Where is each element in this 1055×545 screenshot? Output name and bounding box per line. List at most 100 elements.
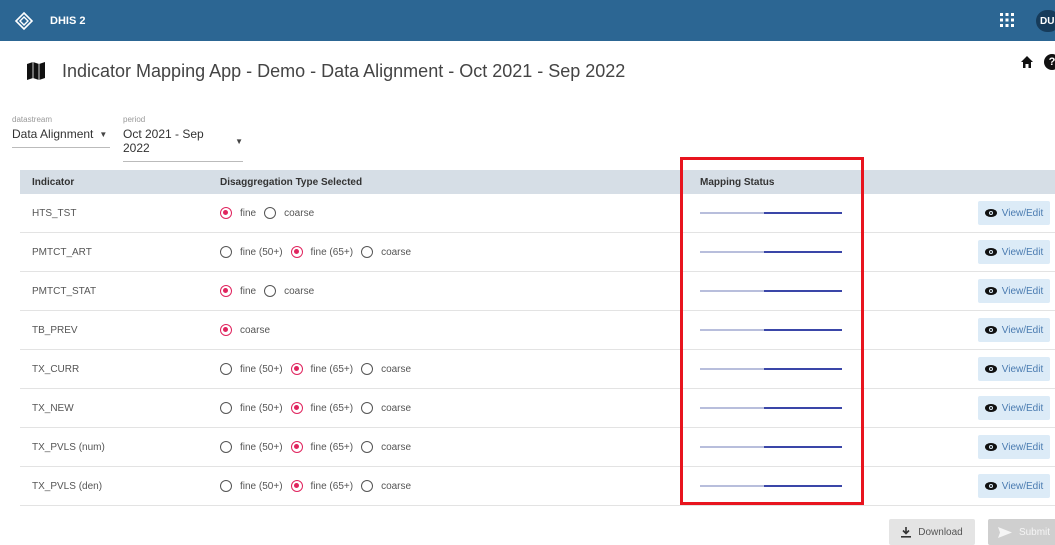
table-row: TX_PVLS (den) fine (50+) fine (65+) coarse V… [20, 467, 1055, 506]
disagg-radio[interactable]: coarse [361, 363, 411, 375]
view-edit-label: View/Edit [1001, 324, 1044, 336]
view-edit-button[interactable]: View/Edit [978, 396, 1050, 420]
mapping-status-progress [700, 485, 842, 487]
datastream-value[interactable]: Data Alignment [12, 127, 93, 141]
radio-unchecked-icon[interactable] [361, 480, 374, 492]
chevron-down-icon[interactable]: ▼ [99, 130, 107, 139]
user-avatar[interactable]: DU [1036, 10, 1055, 32]
home-icon[interactable] [1020, 55, 1034, 69]
period-value[interactable]: Oct 2021 - Sep 2022 [123, 127, 229, 155]
disagg-radio[interactable]: fine (50+) [220, 480, 283, 492]
radio-label: coarse [240, 324, 271, 336]
brand-name[interactable]: DHIS 2 [50, 15, 85, 27]
mapping-status-fill [763, 329, 842, 331]
table-body: HTS_TST fine coarse View/Edit PMTCT_ART fine … [20, 194, 1055, 506]
indicator-name: TX_CURR [32, 363, 80, 375]
radio-checked-icon[interactable] [290, 402, 303, 414]
radio-label: coarse [381, 441, 412, 453]
disagg-radio[interactable]: fine [220, 285, 256, 297]
download-button[interactable]: Download [889, 519, 975, 545]
page-title: Indicator Mapping App - Demo - Data Alig… [62, 60, 626, 81]
disagg-radio[interactable]: coarse [264, 285, 314, 297]
disagg-radio[interactable]: fine (65+) [290, 441, 353, 453]
radio-unchecked-icon[interactable] [264, 207, 277, 219]
radio-label: fine (65+) [310, 363, 354, 375]
mapping-status-fill [763, 407, 842, 409]
disagg-radio[interactable]: fine (65+) [290, 402, 354, 414]
view-edit-button[interactable]: View/Edit [978, 474, 1050, 498]
view-edit-button[interactable]: View/Edit [978, 357, 1050, 381]
radio-unchecked-icon[interactable] [220, 402, 232, 414]
indicator-name: TB_PREV [32, 324, 78, 336]
radio-label: fine (50+) [240, 480, 283, 492]
radio-checked-icon[interactable] [290, 480, 303, 492]
view-edit-button[interactable]: View/Edit [978, 318, 1050, 342]
header-bar: DHIS 2 DU [0, 0, 1055, 41]
disagg-radio[interactable]: fine (50+) [220, 363, 283, 375]
eye-icon [984, 365, 997, 373]
disagg-radio[interactable]: fine [220, 207, 256, 219]
radio-label: fine (65+) [310, 480, 354, 492]
disagg-radio[interactable]: fine (65+) [290, 246, 353, 258]
radio-checked-icon[interactable] [290, 246, 303, 258]
radio-label: coarse [381, 402, 412, 414]
header-disagg: Disaggregation Type Selected [220, 176, 363, 188]
page-title-row: Indicator Mapping App - Demo - Data Alig… [26, 58, 625, 84]
header-status: Mapping Status [700, 176, 775, 188]
disagg-radio-group: fine coarse [220, 285, 322, 297]
radio-label: fine (65+) [310, 402, 354, 414]
radio-checked-icon[interactable] [220, 207, 232, 219]
radio-checked-icon[interactable] [290, 441, 303, 453]
radio-unchecked-icon[interactable] [220, 363, 232, 375]
radio-unchecked-icon[interactable] [361, 246, 374, 258]
radio-unchecked-icon[interactable] [264, 285, 277, 297]
disagg-radio-group: fine (50+) fine (65+) coarse [220, 480, 419, 492]
radio-unchecked-icon[interactable] [361, 441, 374, 453]
disagg-radio[interactable]: fine (65+) [290, 363, 354, 375]
radio-checked-icon[interactable] [220, 324, 232, 336]
radio-unchecked-icon[interactable] [361, 402, 374, 414]
datastream-select[interactable]: datastream Data Alignment ▼ [12, 115, 110, 148]
view-edit-button[interactable]: View/Edit [978, 435, 1050, 459]
disagg-radio[interactable]: coarse [361, 402, 411, 414]
radio-checked-icon[interactable] [290, 363, 303, 375]
mapping-status-cell [700, 329, 842, 331]
view-edit-button[interactable]: View/Edit [978, 240, 1050, 264]
radio-unchecked-icon[interactable] [220, 480, 232, 492]
disagg-radio-group: fine (50+) fine (65+) coarse [220, 363, 419, 375]
mapping-status-fill [763, 485, 842, 487]
mapping-status-fill [763, 290, 842, 292]
disagg-radio[interactable]: fine (50+) [220, 402, 283, 414]
disagg-radio[interactable]: coarse [220, 324, 270, 336]
disagg-radio-group: fine (50+) fine (65+) coarse [220, 402, 419, 414]
table-row: TX_PVLS (num) fine (50+) fine (65+) coarse V… [20, 428, 1055, 467]
period-select[interactable]: period Oct 2021 - Sep 2022 ▼ [123, 115, 243, 162]
radio-label: coarse [284, 207, 315, 219]
radio-unchecked-icon[interactable] [220, 246, 232, 258]
submit-button[interactable]: Submit [988, 519, 1055, 545]
chevron-down-icon[interactable]: ▼ [235, 137, 243, 146]
view-edit-button[interactable]: View/Edit [978, 201, 1050, 225]
radio-checked-icon[interactable] [220, 285, 232, 297]
eye-icon [984, 443, 997, 451]
disagg-radio[interactable]: coarse [361, 480, 411, 492]
radio-label: fine (50+) [240, 441, 283, 453]
mapping-status-fill [763, 251, 842, 253]
indicator-name: TX_NEW [32, 402, 74, 414]
mapping-status-progress [700, 290, 842, 292]
radio-unchecked-icon[interactable] [361, 363, 374, 375]
apps-grid-icon[interactable] [999, 12, 1015, 28]
disagg-radio[interactable]: coarse [361, 441, 411, 453]
disagg-radio[interactable]: fine (50+) [220, 246, 283, 258]
disagg-radio[interactable]: fine (65+) [290, 480, 354, 492]
disagg-radio[interactable]: fine (50+) [220, 441, 283, 453]
help-icon[interactable]: ? [1044, 54, 1055, 70]
table-row: TX_NEW fine (50+) fine (65+) coarse View/Edi… [20, 389, 1055, 428]
table-row: HTS_TST fine coarse View/Edit [20, 194, 1055, 233]
view-edit-button[interactable]: View/Edit [978, 279, 1050, 303]
disagg-radio[interactable]: coarse [264, 207, 314, 219]
radio-unchecked-icon[interactable] [220, 441, 232, 453]
disagg-radio[interactable]: coarse [361, 246, 411, 258]
view-edit-label: View/Edit [1001, 402, 1044, 414]
dhis2-logo-icon[interactable] [13, 10, 35, 32]
